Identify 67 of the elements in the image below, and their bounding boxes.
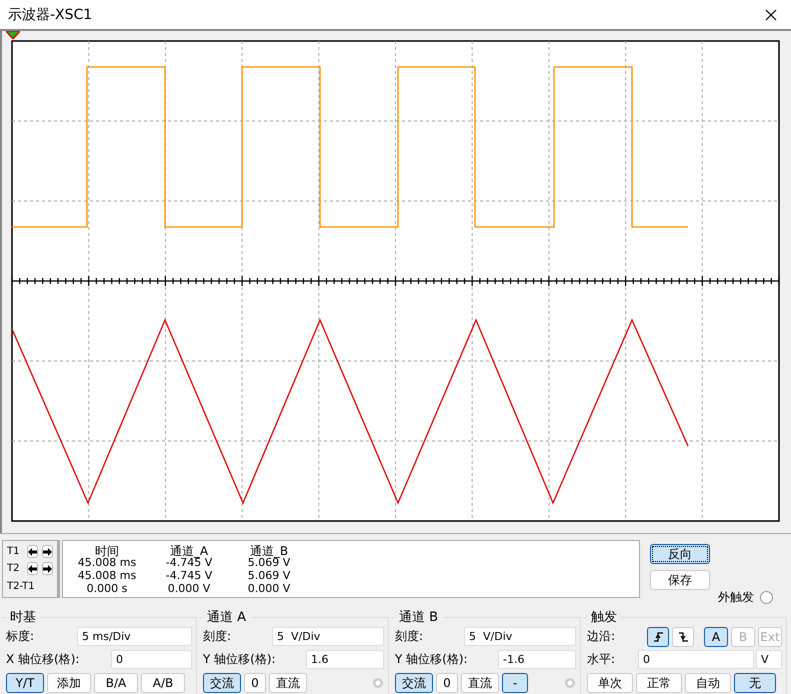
coupling-button[interactable]: - [502, 673, 528, 693]
group-title: 触发 [590, 609, 618, 626]
field-label: 水平: [587, 651, 616, 668]
field-label: 刻度: [203, 628, 232, 645]
cursor-left-button[interactable] [27, 562, 38, 576]
field-label: 刻度: [395, 628, 424, 645]
cursor-right-button[interactable] [42, 545, 53, 558]
scale-field[interactable]: 5 V/Div [464, 627, 576, 646]
coupling-button[interactable]: 0 [244, 673, 266, 693]
indicator-icon [372, 677, 384, 689]
field-label: 边沿: [587, 628, 616, 645]
readout-value: 5.069 V [246, 556, 292, 569]
trigger-marker-icon [6, 31, 20, 39]
group-title: 时基 [9, 609, 37, 626]
field-label: 标度: [6, 628, 34, 645]
field-label: X 轴位移(格): [6, 651, 80, 668]
edge-button[interactable] [647, 626, 669, 646]
coupling-button[interactable]: 直流 [461, 673, 499, 693]
mode-button[interactable]: Y/T [6, 673, 44, 693]
coupling-button[interactable]: 交流 [203, 673, 241, 693]
mode-button[interactable]: B/A [94, 673, 138, 693]
mode-button[interactable]: A/B [141, 673, 185, 693]
offset-field[interactable]: 1.6 [306, 650, 384, 669]
indicator-icon [564, 677, 576, 689]
field-label: Y 轴位移(格): [203, 651, 276, 668]
coupling-button[interactable]: 直流 [269, 673, 307, 693]
cursor-left-button[interactable] [27, 545, 38, 558]
cursor-right-button[interactable] [42, 562, 53, 576]
ext-trigger-label: 外触发 [718, 589, 754, 606]
readout-value: 0.000 s [86, 582, 128, 595]
rising-edge-icon [652, 632, 664, 642]
readout-value: -4.745 V [164, 569, 214, 582]
group-title: 通道 B [398, 609, 440, 626]
field-label: Y 轴位移(格): [395, 651, 468, 668]
level-field[interactable]: 0 [638, 650, 754, 669]
mode-button[interactable]: 添加 [47, 673, 91, 693]
readout-value: 5.069 V [246, 569, 292, 582]
trigger-mode-button[interactable]: 正常 [636, 673, 682, 693]
coupling-button[interactable]: 0 [436, 673, 458, 693]
offset-field[interactable]: -1.6 [498, 650, 576, 669]
window-title: 示波器-XSC1 [8, 6, 92, 24]
column-header: 通道_B [250, 543, 290, 556]
group-title: 通道 A [206, 609, 248, 626]
trigger-mode-button[interactable]: 无 [734, 673, 776, 693]
column-header: 通道_A [168, 543, 210, 556]
offset-field[interactable]: 0 [111, 650, 192, 669]
scale-field[interactable]: 5 V/Div [272, 627, 384, 646]
action-button[interactable]: 反向 [650, 544, 710, 564]
scale-field[interactable]: 5 ms/Div [77, 627, 192, 646]
trigger-mode-button[interactable]: 单次 [587, 673, 633, 693]
cursor-label: T2 [7, 563, 20, 574]
source-button[interactable]: A [704, 626, 728, 646]
readout-value: -4.745 V [164, 556, 214, 569]
ext-trigger-radio[interactable] [760, 591, 773, 604]
readout-value: 0.000 V [246, 582, 292, 595]
readout-value: 0.000 V [166, 582, 212, 595]
cursor-label: T2-T1 [7, 580, 35, 592]
action-button[interactable]: 保存 [650, 570, 710, 590]
trigger-mode-button[interactable]: 自动 [685, 673, 731, 693]
readout-value: 45.008 ms [76, 556, 138, 569]
falling-edge-icon [678, 632, 688, 642]
close-icon [765, 8, 777, 20]
column-header: 时间 [95, 543, 120, 556]
cursor-label: T1 [7, 546, 20, 558]
unit-field[interactable]: V [756, 650, 782, 669]
readout-value: 45.008 ms [76, 569, 138, 582]
coupling-button[interactable]: 交流 [395, 673, 433, 693]
